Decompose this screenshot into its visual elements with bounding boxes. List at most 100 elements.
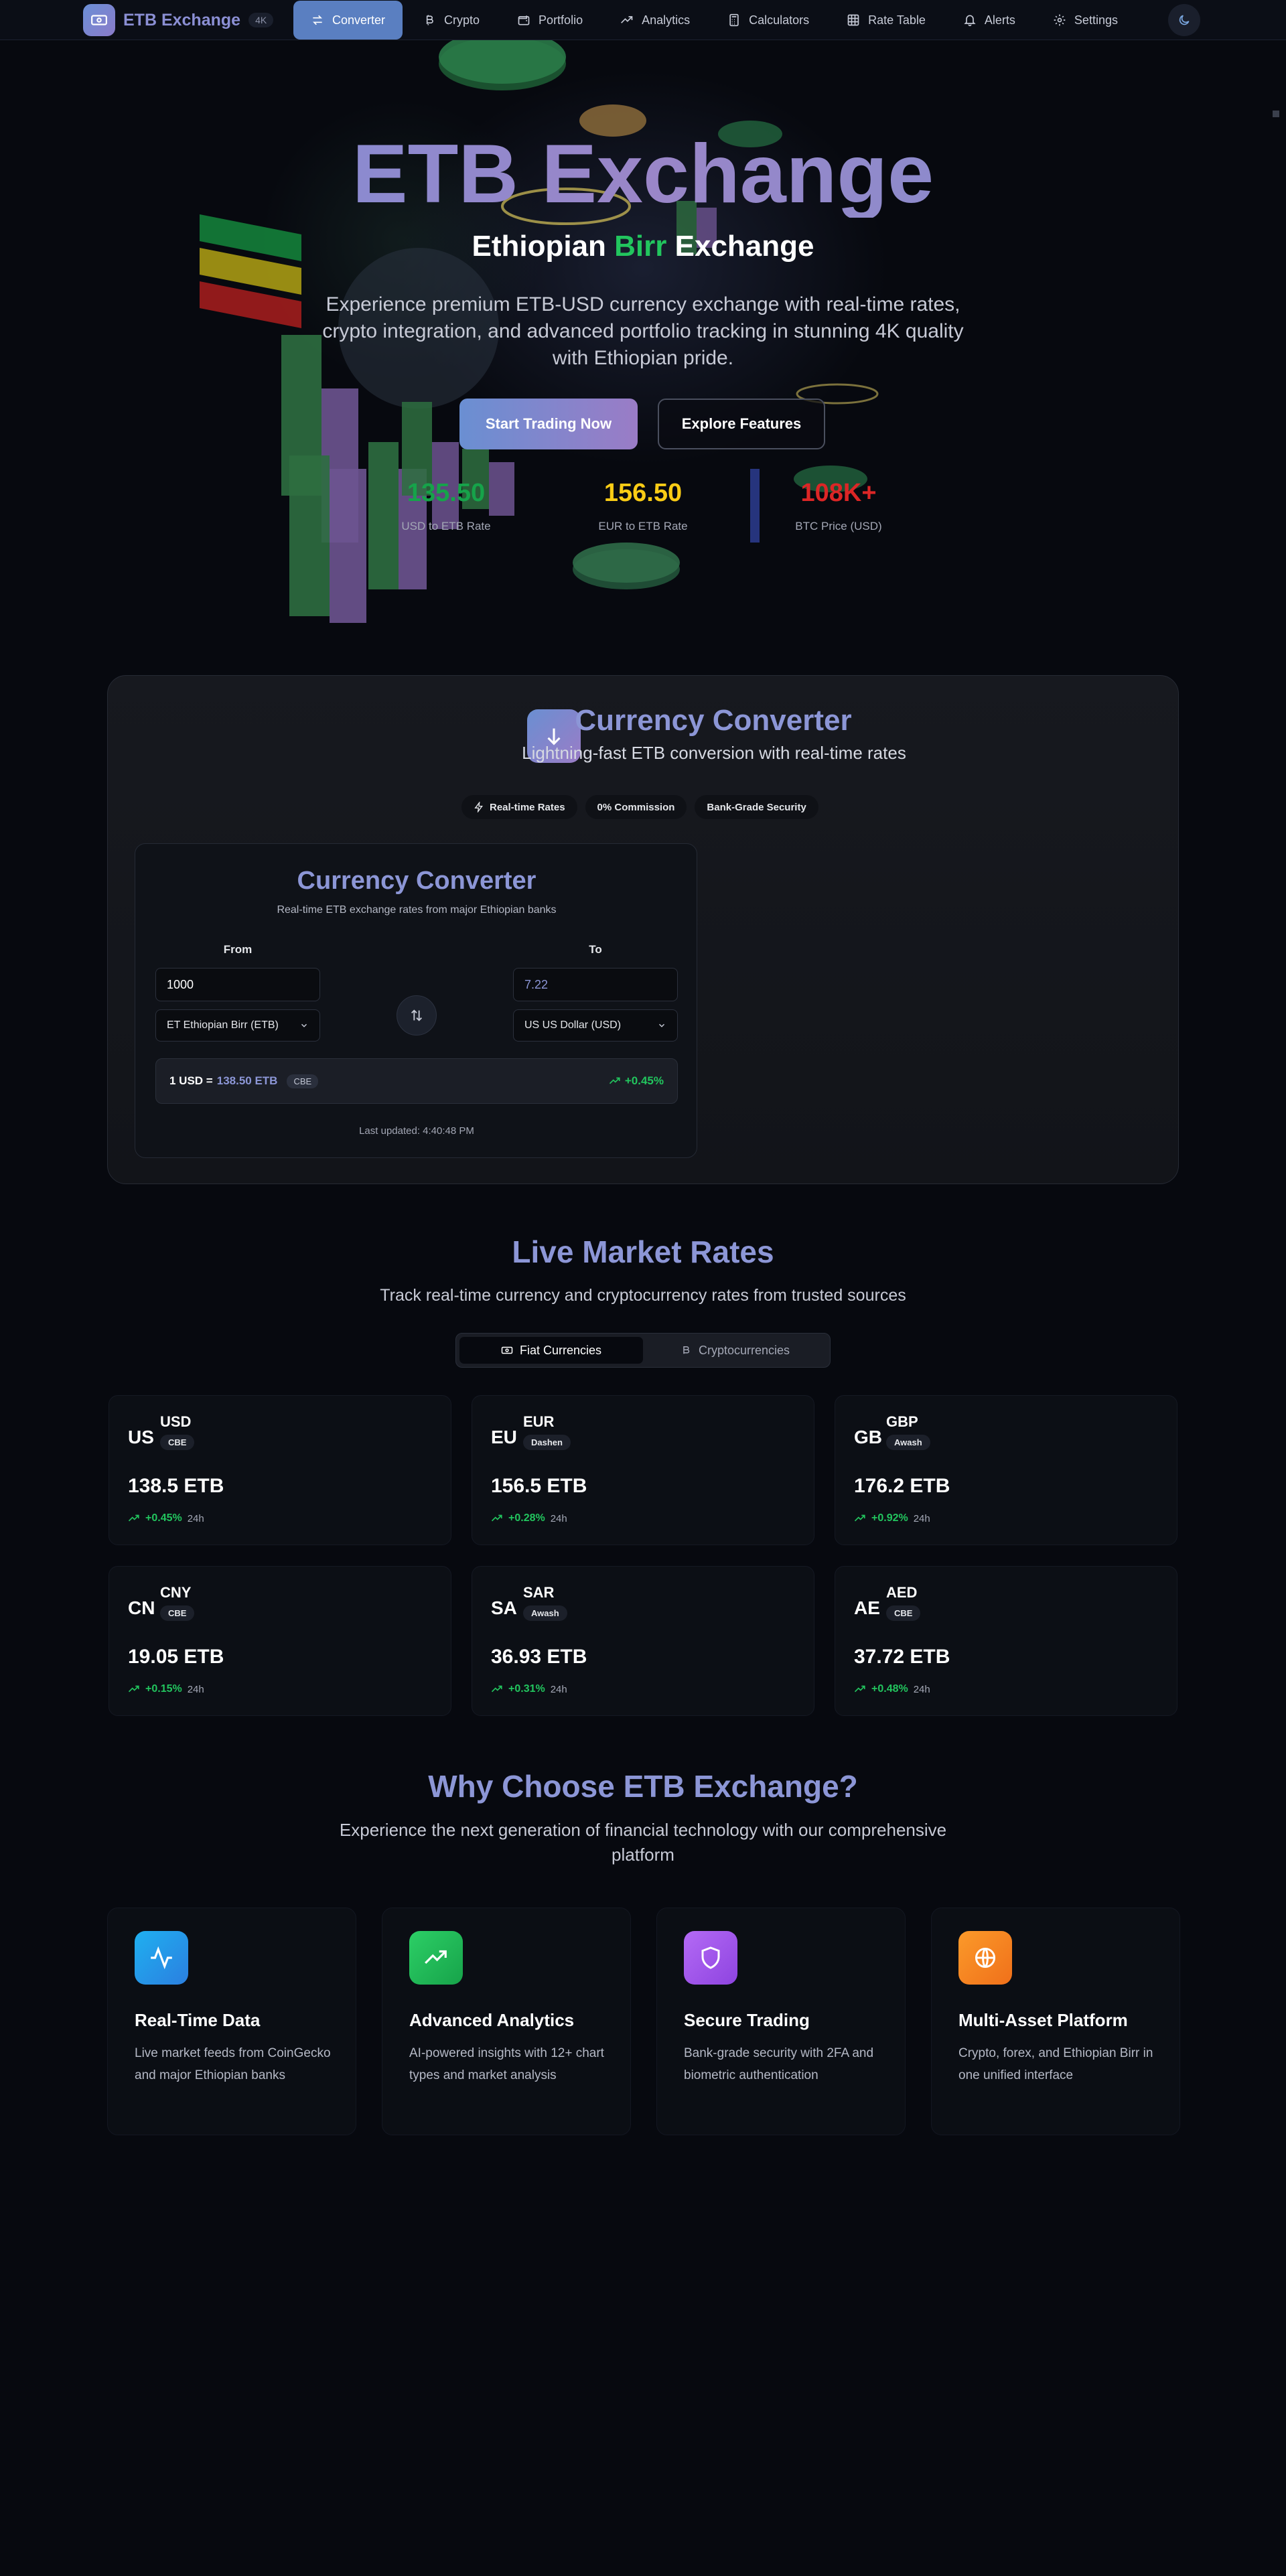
start-trading-button[interactable]: Start Trading Now (459, 399, 638, 449)
subtitle-birr: Birr (614, 230, 667, 263)
feature-desc: Live market feeds from CoinGecko and maj… (135, 2046, 331, 2082)
rate-card-aed[interactable]: AE AED CBE 37.72 ETB +0.48% 24h (835, 1566, 1177, 1716)
nav-label: Rate Table (868, 13, 926, 27)
change-value: +0.48% (871, 1683, 908, 1695)
from-label: From (223, 943, 253, 956)
chip-realtime: Real-time Rates (461, 795, 577, 819)
rate-change: +0.15% 24h (128, 1683, 204, 1695)
currency-code: GBP (886, 1413, 918, 1430)
change-value: +0.28% (508, 1512, 545, 1524)
tab-fiat[interactable]: Fiat Currencies (459, 1337, 643, 1364)
swap-currencies-button[interactable] (397, 995, 437, 1035)
bitcoin-icon (426, 15, 433, 25)
shield-icon (684, 1931, 737, 1985)
change-value: +0.31% (508, 1683, 545, 1695)
nav-analytics[interactable]: Analytics (603, 1, 707, 40)
bank-badge: Awash (523, 1605, 567, 1621)
nav-alerts[interactable]: Alerts (946, 1, 1033, 40)
rate-change: +0.31% 24h (491, 1683, 567, 1695)
quality-badge: 4K (248, 13, 274, 27)
explore-features-button[interactable]: Explore Features (658, 399, 825, 449)
tab-label: Cryptocurrencies (698, 1343, 790, 1357)
nav-settings[interactable]: Settings (1035, 1, 1135, 40)
stat-usd: 135.50 USD to ETB Rate (372, 479, 520, 533)
rate-prefix: 1 USD = (169, 1074, 213, 1087)
currency-code: USD (160, 1413, 192, 1430)
tab-crypto[interactable]: Cryptocurrencies (643, 1337, 827, 1364)
feature-title: Real-Time Data (135, 2010, 261, 2030)
market-subtitle: Track real-time currency and cryptocurre… (380, 1286, 906, 1305)
theme-toggle-button[interactable] (1168, 4, 1200, 36)
stat-value: 108K+ (800, 479, 877, 507)
country-code: US (128, 1427, 154, 1447)
rate-value: 37.72 ETB (854, 1646, 950, 1668)
period: 24h (913, 1512, 930, 1524)
banknote-icon (501, 1346, 513, 1354)
nav-label: Calculators (749, 13, 810, 27)
rate-card-gbp[interactable]: GB GBP Awash 176.2 ETB +0.92% 24h (835, 1395, 1177, 1545)
feature-card-multi-asset: Multi-Asset Platform Crypto, forex, and … (931, 1908, 1180, 2135)
subtitle-post: Exchange (666, 230, 814, 263)
nav-label: Portfolio (539, 13, 583, 27)
nav-converter[interactable]: Converter (293, 1, 403, 40)
trend-up-icon (409, 1931, 463, 1985)
hero-subtitle: Ethiopian Birr Exchange (0, 230, 1286, 263)
nav-label: Alerts (984, 13, 1015, 27)
period: 24h (913, 1683, 930, 1695)
bank-badge: CBE (160, 1605, 195, 1621)
nav-label: Analytics (642, 13, 691, 27)
brand[interactable]: ETB Exchange 4K (83, 4, 274, 36)
hero-section: ETB Exchange Ethiopian Birr Exchange Exp… (0, 40, 1286, 643)
rate-summary: 1 USD = 138.50 ETB CBE +0.45% (155, 1058, 678, 1104)
trend-up-icon (128, 1514, 139, 1522)
to-label: To (589, 943, 602, 956)
rate-change: +0.45% 24h (128, 1512, 204, 1524)
to-amount-input[interactable]: 7.22 (513, 968, 678, 1001)
stat-eur: 156.50 EUR to ETB Rate (569, 479, 717, 533)
feature-desc: Crypto, forex, and Ethiopian Birr in one… (958, 2046, 1153, 2082)
rate-card-usd[interactable]: US USD CBE 138.5 ETB +0.45% 24h (109, 1395, 451, 1545)
trend-up-icon (854, 1514, 865, 1522)
trend-up-icon (609, 1077, 620, 1084)
market-tabs: Fiat Currencies Cryptocurrencies (455, 1333, 831, 1368)
country-code: EU (491, 1427, 517, 1447)
rate-card-cny[interactable]: CN CNY CBE 19.05 ETB +0.15% 24h (109, 1566, 451, 1716)
feature-desc: Bank-grade security with 2FA and biometr… (684, 2046, 874, 2082)
rate-card-sar[interactable]: SA SAR Awash 36.93 ETB +0.31% 24h (472, 1566, 814, 1716)
brand-name: ETB Exchange (123, 10, 241, 29)
rate-value: 176.2 ETB (854, 1475, 950, 1497)
feature-title: Multi-Asset Platform (958, 2010, 1128, 2030)
lightning-icon (474, 802, 483, 812)
period: 24h (187, 1683, 204, 1695)
gear-icon (1054, 14, 1066, 26)
bank-badge: CBE (886, 1605, 921, 1621)
currency-code: EUR (523, 1413, 555, 1430)
feature-chips: Real-time Rates 0% Commission Bank-Grade… (461, 795, 818, 819)
feature-card-analytics: Advanced Analytics AI-powered insights w… (382, 1908, 631, 2135)
wallet-icon (518, 15, 530, 25)
nav-crypto[interactable]: Crypto (405, 1, 497, 40)
activity-icon (135, 1931, 188, 1985)
bank-badge: Dashen (523, 1435, 571, 1450)
nav-label: Converter (332, 13, 386, 27)
to-currency-select[interactable]: US US Dollar (USD) (513, 1009, 678, 1042)
from-currency-select[interactable]: ET Ethiopian Birr (ETB) (155, 1009, 320, 1042)
chevron-down-icon (658, 1023, 665, 1027)
period: 24h (550, 1683, 567, 1695)
nav-rate-table[interactable]: Rate Table (829, 1, 943, 40)
trend-up-icon (491, 1514, 502, 1522)
top-navbar: ETB Exchange 4K Converter Crypto Portfol… (0, 0, 1286, 40)
converter-section-subtitle: Lightning-fast ETB conversion with real-… (522, 743, 906, 763)
from-amount-input[interactable]: 1000 (155, 968, 320, 1001)
rate-change: +0.28% 24h (491, 1512, 567, 1524)
bitcoin-icon (683, 1346, 690, 1354)
period: 24h (550, 1512, 567, 1524)
nav-portfolio[interactable]: Portfolio (500, 1, 600, 40)
rate-change: +0.92% 24h (854, 1512, 930, 1524)
rate-card-eur[interactable]: EU EUR Dashen 156.5 ETB +0.28% 24h (472, 1395, 814, 1545)
select-value: US US Dollar (USD) (524, 1019, 622, 1031)
market-title: Live Market Rates (512, 1234, 774, 1269)
country-code: CN (128, 1597, 155, 1618)
nav-calculators[interactable]: Calculators (710, 1, 827, 40)
rate-change: +0.45% (609, 1074, 664, 1088)
